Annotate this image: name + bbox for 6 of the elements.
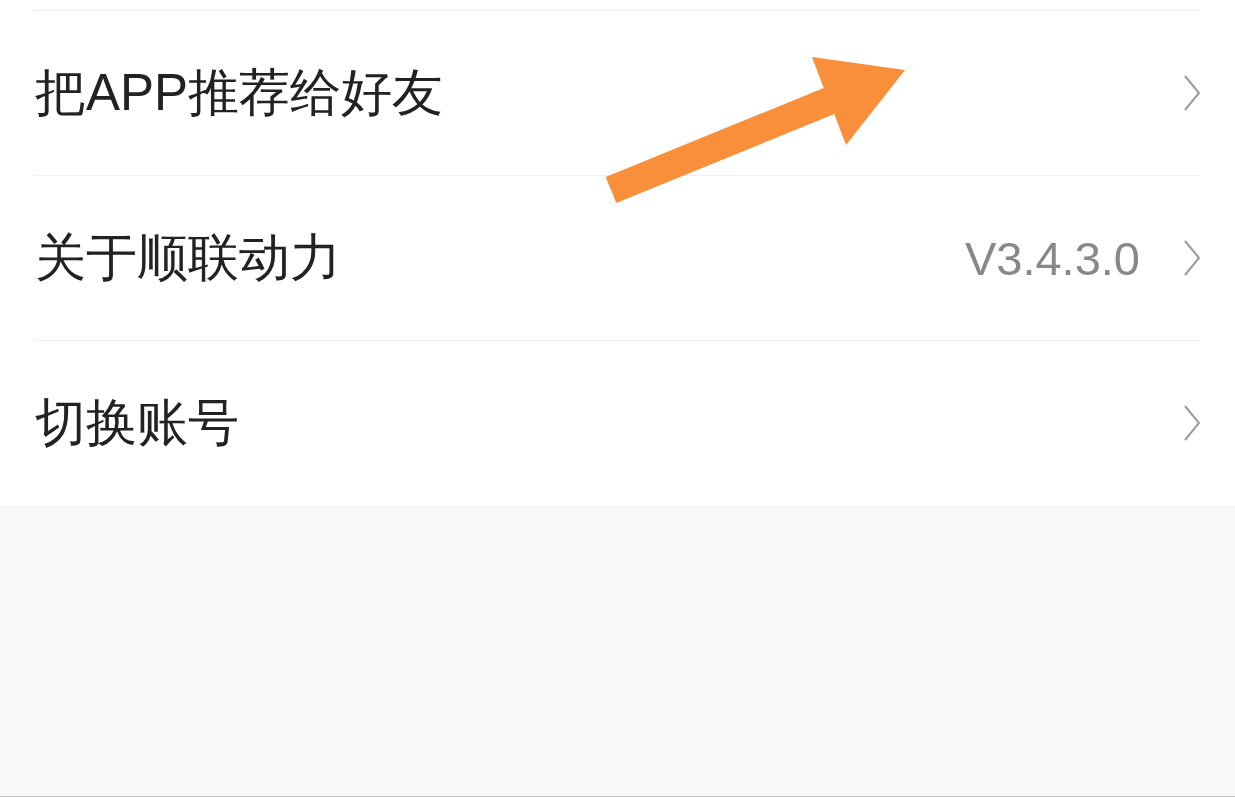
chevron-right-icon: [1184, 240, 1200, 276]
menu-item[interactable]: 切换账号: [33, 340, 1200, 505]
arrow-icon: [605, 57, 905, 203]
chevron-right-icon: [1184, 75, 1200, 111]
version-text: V3.4.3.0: [964, 230, 1140, 286]
chevron-right-icon: [1184, 405, 1200, 441]
